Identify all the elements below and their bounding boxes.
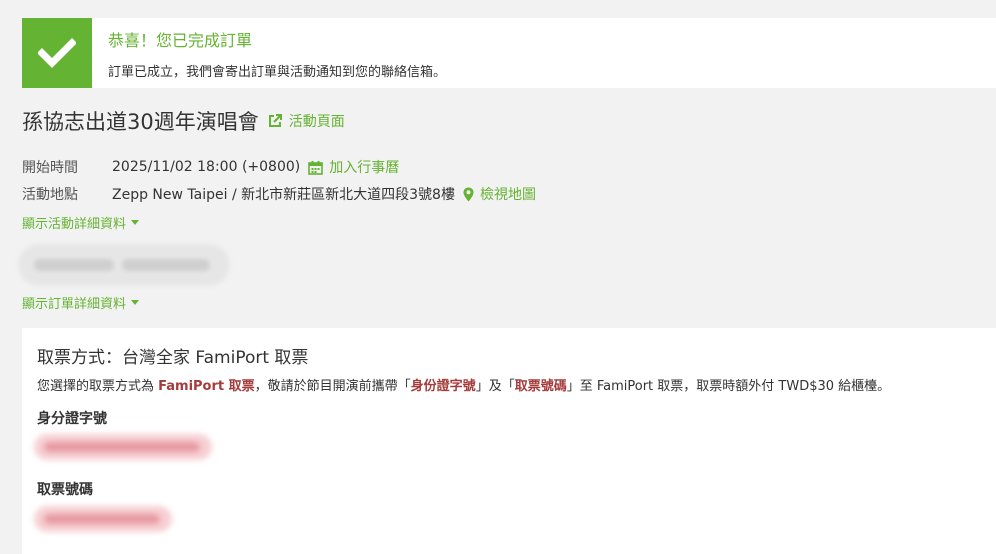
pickup-desc-text: 」至 FamiPort 取票，取票時額外付 TWD$30 給櫃檯。 — [566, 379, 891, 394]
success-title: 恭喜！您已完成訂單 — [108, 31, 253, 50]
start-time-label: 開始時間 — [22, 160, 78, 176]
toggle-event-details[interactable]: 顯示活動詳細資料 — [22, 213, 140, 232]
pickup-code-label: 取票號碼 — [37, 482, 93, 498]
start-time-row: 開始時間 2025/11/02 18:00 (+0800) 加入行事曆 — [22, 157, 399, 177]
pickup-code-highlight: 取票號碼 — [514, 379, 567, 394]
view-map-label: 檢視地圖 — [479, 187, 536, 203]
venue-value: Zepp New Taipei / 新北市新莊區新北大道四段3號8樓 — [112, 187, 455, 203]
pickup-desc-text: 您選擇的取票方式為 — [37, 379, 159, 394]
id-number-label: 身分證字號 — [37, 411, 107, 427]
toggle-order-details[interactable]: 顯示訂單詳細資料 — [22, 293, 140, 312]
pickup-desc-text: ，敬請於節目開演前攜帶「 — [254, 379, 411, 394]
toggle-order-details-label: 顯示訂單詳細資料 — [22, 297, 127, 312]
caret-down-icon — [131, 220, 140, 225]
event-title-row: 孫協志出道30週年演唱會 活動頁面 — [22, 106, 345, 136]
event-page-link[interactable]: 活動頁面 — [289, 111, 345, 131]
pickup-title: 取票方式：台灣全家 FamiPort 取票 — [37, 348, 309, 368]
pickup-method-highlight: FamiPort 取票 — [158, 379, 255, 394]
map-pin-icon — [463, 187, 474, 201]
toggle-event-details-label: 顯示活動詳細資料 — [22, 217, 127, 232]
external-link-icon[interactable] — [267, 113, 283, 129]
start-time-value: 2025/11/02 18:00 (+0800) — [112, 159, 301, 175]
add-calendar-label: 加入行事曆 — [329, 160, 400, 176]
redacted-order-info — [18, 244, 230, 286]
redacted-pickup-code — [34, 506, 172, 532]
pickup-desc-text: 」及「 — [475, 379, 515, 394]
pickup-description: 您選擇的取票方式為 FamiPort 取票，敬請於節目開演前攜帶「身份證字號」及… — [37, 375, 890, 394]
add-calendar-button[interactable]: 加入行事曆 — [308, 157, 399, 177]
success-message: 訂單已成立，我們會寄出訂單與活動通知到您的聯絡信箱。 — [108, 65, 447, 80]
venue-row: 活動地點 Zepp New Taipei / 新北市新莊區新北大道四段3號8樓 … — [22, 184, 536, 204]
calendar-icon — [308, 160, 324, 175]
id-number-highlight: 身份證字號 — [410, 379, 476, 394]
caret-down-icon — [131, 300, 140, 305]
event-title: 孫協志出道30週年演唱會 — [22, 110, 259, 134]
venue-label: 活動地點 — [22, 187, 78, 203]
view-map-button[interactable]: 檢視地圖 — [463, 184, 536, 204]
pickup-panel: 取票方式：台灣全家 FamiPort 取票 您選擇的取票方式為 FamiPort… — [22, 328, 996, 554]
success-banner: 恭喜！您已完成訂單 訂單已成立，我們會寄出訂單與活動通知到您的聯絡信箱。 — [22, 18, 996, 88]
success-check-icon — [22, 18, 92, 88]
redacted-id-number — [34, 434, 212, 460]
